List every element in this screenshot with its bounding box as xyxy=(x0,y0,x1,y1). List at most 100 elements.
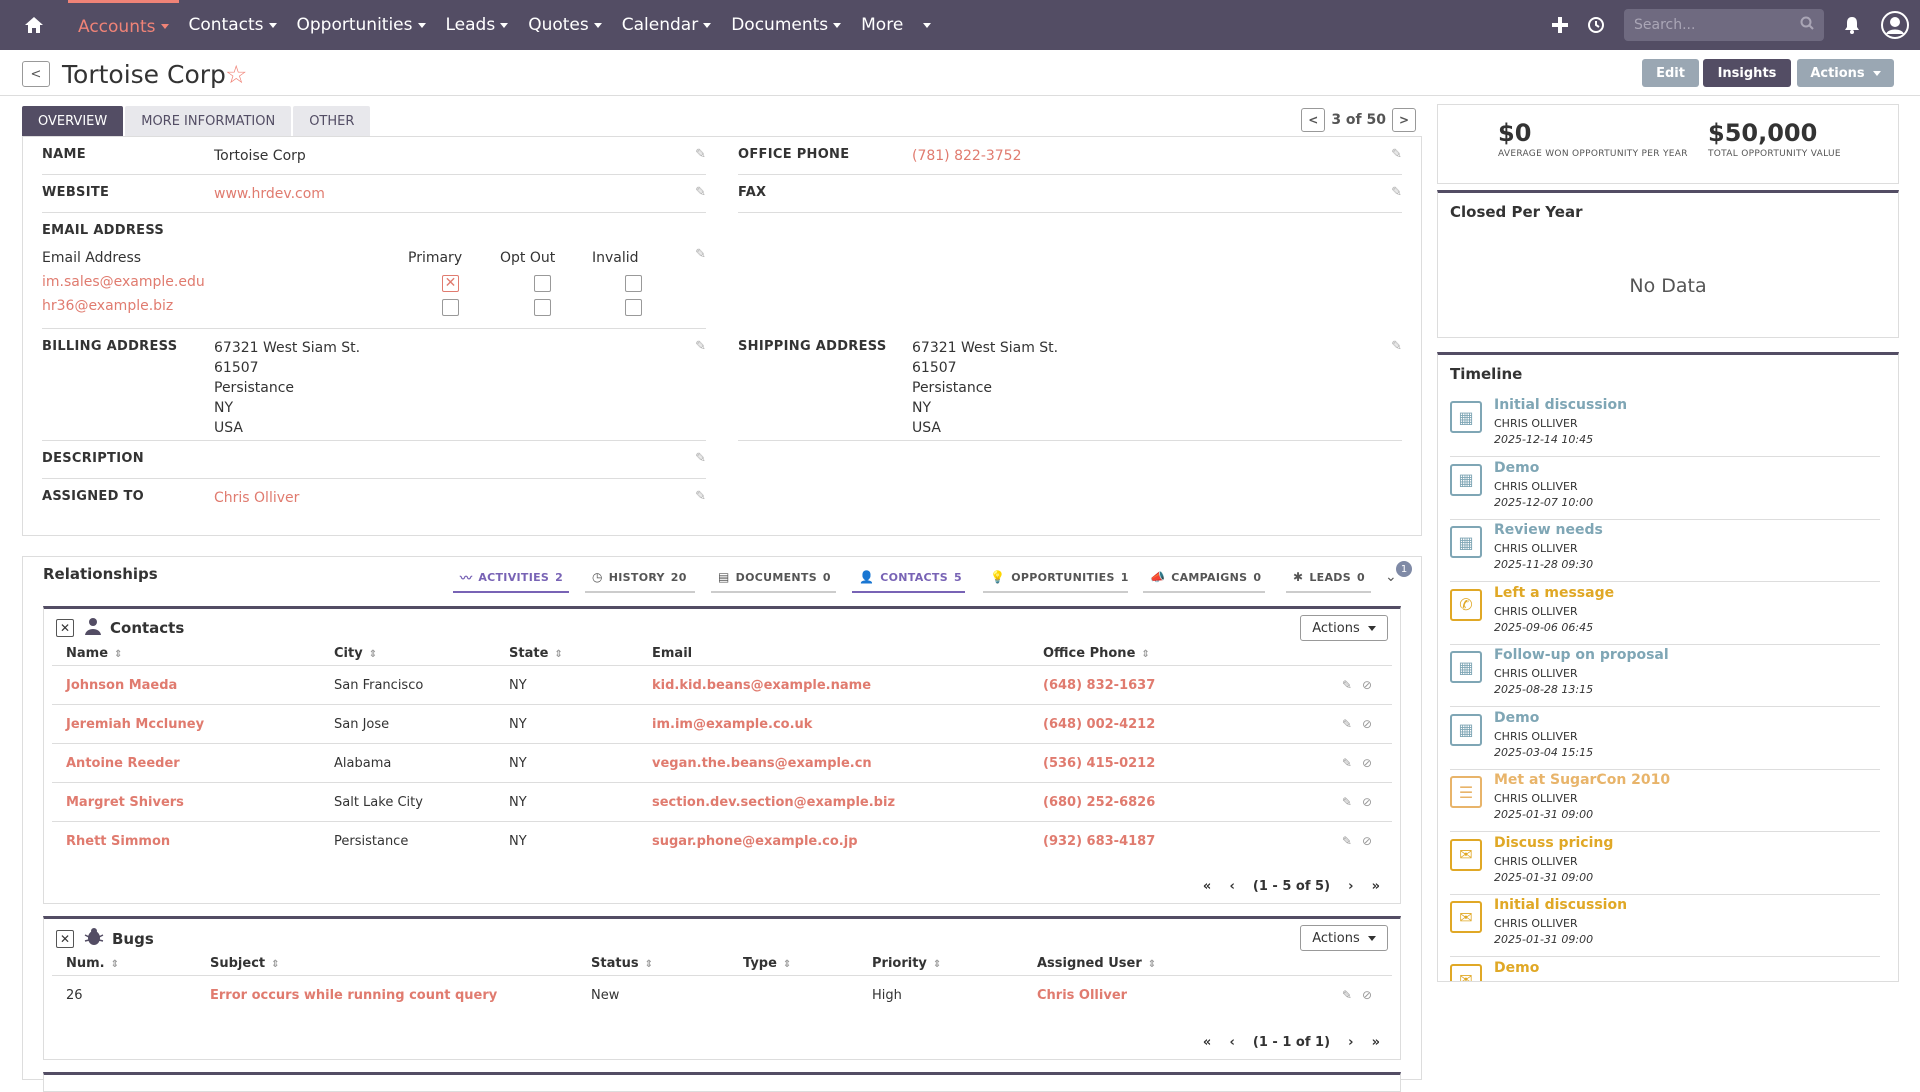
edit-icon[interactable]: ✎ xyxy=(1342,717,1352,731)
quick-create-icon[interactable] xyxy=(1542,0,1578,50)
relationship-tab-history[interactable]: ◷ HISTORY 20 xyxy=(585,563,695,593)
close-icon[interactable]: ✕ xyxy=(56,930,74,948)
timeline-item-title[interactable]: Met at SugarCon 2010 xyxy=(1494,772,1670,788)
nav-item-calendar[interactable]: Calendar xyxy=(612,0,721,50)
optout-checkbox[interactable] xyxy=(534,299,551,316)
table-cell[interactable]: Johnson Maeda xyxy=(66,678,177,693)
table-cell[interactable]: Antoine Reeder xyxy=(66,756,180,771)
unlink-icon[interactable]: ⊘ xyxy=(1362,756,1372,770)
column-header[interactable]: Status ⇕ xyxy=(591,956,653,971)
bugs-actions-button[interactable]: Actions xyxy=(1300,925,1388,951)
table-cell[interactable]: (680) 252-6826 xyxy=(1043,795,1155,810)
office-phone-link[interactable]: (781) 822-3752 xyxy=(912,146,1022,166)
relationship-tab-leads[interactable]: ✱ LEADS 0 xyxy=(1286,563,1371,593)
assigned-user-link[interactable]: Chris Olliver xyxy=(214,488,299,508)
table-cell[interactable]: Error occurs while running count query xyxy=(210,988,497,1003)
timeline-item-title[interactable]: Initial discussion xyxy=(1494,397,1627,413)
sort-icon[interactable]: ⇕ xyxy=(1148,959,1156,970)
nav-item-quotes[interactable]: Quotes xyxy=(518,0,612,50)
column-header[interactable]: Email xyxy=(652,646,692,661)
timeline-item-title[interactable]: Left a message xyxy=(1494,585,1614,601)
column-header[interactable]: State ⇕ xyxy=(509,646,563,661)
sort-icon[interactable]: ⇕ xyxy=(783,959,791,970)
nav-item-leads[interactable]: Leads xyxy=(436,0,519,50)
unlink-icon[interactable]: ⊘ xyxy=(1362,988,1372,1002)
column-header[interactable]: Type ⇕ xyxy=(743,956,791,971)
sort-icon[interactable]: ⇕ xyxy=(114,649,122,660)
edit-icon[interactable]: ✎ xyxy=(1342,795,1352,809)
column-header[interactable]: Assigned User ⇕ xyxy=(1037,956,1156,971)
sort-icon[interactable]: ⇕ xyxy=(1141,649,1149,660)
timeline-item-title[interactable]: Discuss pricing xyxy=(1494,835,1613,851)
relationship-tab-contacts[interactable]: 👤 CONTACTS 5 xyxy=(852,563,965,593)
relationship-tab-documents[interactable]: ▤ DOCUMENTS 0 xyxy=(711,563,836,593)
unlink-icon[interactable]: ⊘ xyxy=(1362,795,1372,809)
pencil-icon[interactable]: ✎ xyxy=(695,147,706,162)
table-cell[interactable]: section.dev.section@example.biz xyxy=(652,795,895,810)
sort-icon[interactable]: ⇕ xyxy=(933,959,941,970)
table-cell[interactable]: im.im@example.co.uk xyxy=(652,717,812,732)
table-cell[interactable]: Margret Shivers xyxy=(66,795,184,810)
table-cell[interactable]: kid.kid.beans@example.name xyxy=(652,678,871,693)
table-cell[interactable]: (648) 002-4212 xyxy=(1043,717,1155,732)
column-header[interactable]: Subject ⇕ xyxy=(210,956,280,971)
column-header[interactable]: Num. ⇕ xyxy=(66,956,119,971)
nav-item-documents[interactable]: Documents xyxy=(721,0,851,50)
unlink-icon[interactable]: ⊘ xyxy=(1362,717,1372,731)
pencil-icon[interactable]: ✎ xyxy=(695,247,706,262)
last-page-icon[interactable]: » xyxy=(1372,879,1380,894)
invalid-checkbox[interactable] xyxy=(625,299,642,316)
global-search[interactable] xyxy=(1624,9,1824,41)
pencil-icon[interactable]: ✎ xyxy=(695,451,706,466)
last-page-icon[interactable]: » xyxy=(1372,1035,1380,1050)
table-cell[interactable]: Chris Olliver xyxy=(1037,988,1127,1003)
table-cell[interactable]: (932) 683-4187 xyxy=(1043,834,1155,849)
website-link[interactable]: www.hrdev.com xyxy=(214,184,325,204)
table-cell[interactable]: Rhett Simmon xyxy=(66,834,170,849)
table-cell[interactable]: (648) 832-1637 xyxy=(1043,678,1155,693)
prev-record-button[interactable]: < xyxy=(1301,108,1326,132)
tab-more-information[interactable]: MORE INFORMATION xyxy=(125,106,292,136)
table-cell[interactable]: vegan.the.beans@example.cn xyxy=(652,756,872,771)
table-cell[interactable]: Jeremiah Mccluney xyxy=(66,717,204,732)
pencil-icon[interactable]: ✎ xyxy=(695,339,706,354)
first-page-icon[interactable]: « xyxy=(1203,1035,1211,1050)
next-record-button[interactable]: > xyxy=(1392,108,1416,132)
timeline-item-title[interactable]: Demo xyxy=(1494,460,1539,476)
back-button[interactable]: < xyxy=(22,61,50,87)
home-icon[interactable] xyxy=(0,0,68,50)
timeline-item[interactable]: ✉ Discuss pricing CHRIS OLLIVER 2025-01-31 … xyxy=(1450,833,1880,895)
primary-checkbox-checked[interactable]: ✕ xyxy=(442,275,459,292)
contacts-actions-button[interactable]: Actions xyxy=(1300,615,1388,641)
email-link[interactable]: im.sales@example.edu xyxy=(42,274,205,290)
sort-icon[interactable]: ⇕ xyxy=(111,959,119,970)
nav-item-contacts[interactable]: Contacts xyxy=(179,0,287,50)
edit-icon[interactable]: ✎ xyxy=(1342,678,1352,692)
table-cell[interactable]: (536) 415-0212 xyxy=(1043,756,1155,771)
relationship-tab-campaigns[interactable]: 📣 CAMPAIGNS 0 xyxy=(1143,563,1265,593)
actions-button[interactable]: Actions xyxy=(1797,59,1894,87)
next-page-icon[interactable]: › xyxy=(1348,879,1353,894)
edit-icon[interactable]: ✎ xyxy=(1342,834,1352,848)
tab-other[interactable]: OTHER xyxy=(293,106,371,136)
timeline-item[interactable]: ▦ Demo CHRIS OLLIVER 2025-03-04 15:15 xyxy=(1450,708,1880,770)
nav-item-accounts[interactable]: Accounts xyxy=(68,0,179,50)
pencil-icon[interactable]: ✎ xyxy=(1391,147,1402,162)
primary-checkbox[interactable] xyxy=(442,299,459,316)
user-avatar-icon[interactable] xyxy=(1870,0,1920,50)
unlink-icon[interactable]: ⊘ xyxy=(1362,834,1372,848)
next-page-icon[interactable]: › xyxy=(1348,1035,1353,1050)
column-header[interactable]: Office Phone ⇕ xyxy=(1043,646,1150,661)
edit-icon[interactable]: ✎ xyxy=(1342,756,1352,770)
timeline-item[interactable]: ▦ Review needs CHRIS OLLIVER 2025-11-28 09:… xyxy=(1450,520,1880,582)
timeline-item[interactable]: ▦ Follow-up on proposal CHRIS OLLIVER 2025-… xyxy=(1450,645,1880,707)
sort-icon[interactable]: ⇕ xyxy=(369,649,377,660)
timeline-item-title[interactable]: Initial discussion xyxy=(1494,897,1627,913)
timeline-item[interactable]: ▦ Demo CHRIS OLLIVER 2025-12-07 10:00 xyxy=(1450,458,1880,520)
column-header[interactable]: Priority ⇕ xyxy=(872,956,941,971)
timeline-item-title[interactable]: Follow-up on proposal xyxy=(1494,647,1669,663)
first-page-icon[interactable]: « xyxy=(1203,879,1211,894)
search-input[interactable] xyxy=(1634,17,1784,33)
tab-overview[interactable]: OVERVIEW xyxy=(22,106,124,136)
timeline-item-title[interactable]: Demo xyxy=(1494,710,1539,726)
